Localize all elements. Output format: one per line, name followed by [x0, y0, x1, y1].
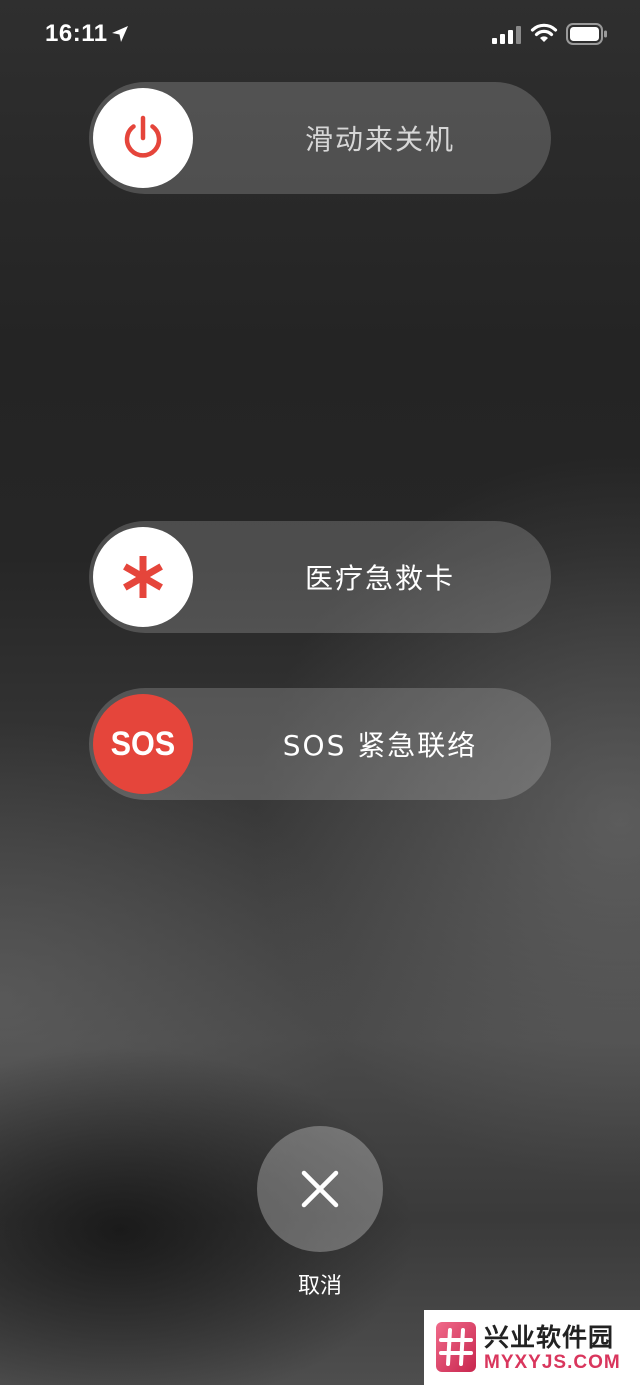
watermark: 兴业软件园 MYXYJS.COM — [424, 1310, 640, 1385]
power-icon — [124, 115, 162, 158]
power-off-label: 滑动来关机 — [304, 123, 455, 156]
cancel-label: 取消 — [297, 1274, 342, 1299]
medical-id-slider[interactable]: 医疗急救卡 — [89, 521, 551, 633]
power-off-slider[interactable]: 滑动来关机 — [89, 82, 551, 194]
sos-knob-text: SOS — [110, 724, 176, 763]
cellular-signal-icon — [492, 26, 521, 44]
close-icon — [301, 1170, 339, 1208]
emergency-sos-knob[interactable]: SOS — [93, 694, 193, 794]
power-off-knob[interactable] — [93, 88, 193, 188]
cancel-button[interactable] — [257, 1126, 383, 1252]
status-bar: 16:11 — [0, 0, 640, 70]
wifi-icon — [530, 23, 558, 42]
emergency-sos-slider[interactable]: SOS SOS 紧急联络 — [89, 688, 551, 800]
asterisk-icon — [123, 556, 163, 598]
battery-icon — [566, 23, 607, 45]
status-time: 16:11 — [45, 20, 108, 47]
watermark-url: MYXYJS.COM — [484, 1352, 621, 1373]
hash-logo-icon — [436, 1322, 476, 1372]
watermark-title: 兴业软件园 — [484, 1323, 615, 1352]
emergency-sos-label: SOS 紧急联络 — [282, 729, 478, 762]
medical-id-label: 医疗急救卡 — [304, 562, 455, 595]
medical-id-knob[interactable] — [93, 527, 193, 627]
location-arrow-icon — [112, 26, 128, 42]
